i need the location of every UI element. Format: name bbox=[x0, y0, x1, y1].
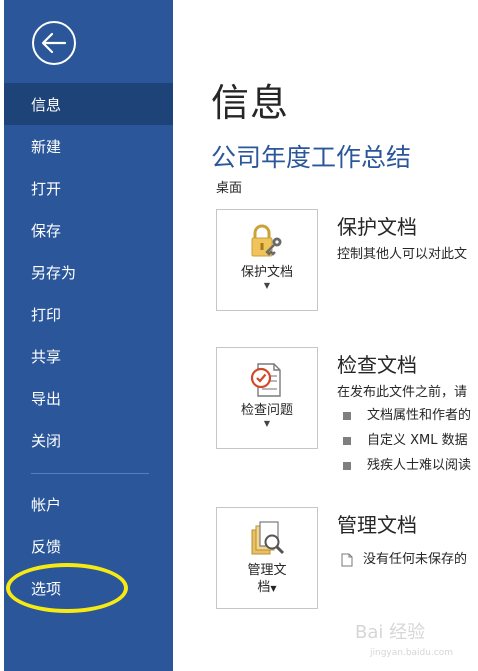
document-location[interactable]: 桌面 bbox=[216, 177, 242, 196]
nav-item-share[interactable]: 共享 bbox=[4, 335, 173, 377]
nav-item-label: 导出 bbox=[31, 389, 62, 408]
watermark-url: jingyan.baidu.com bbox=[370, 648, 454, 658]
back-button[interactable] bbox=[32, 21, 76, 65]
nav-item-label: 保存 bbox=[31, 221, 62, 240]
nav-item-label: 关闭 bbox=[31, 431, 62, 450]
sidebar-divider bbox=[31, 473, 149, 474]
check-for-issues-button[interactable]: 检查问题 ▼ bbox=[216, 347, 318, 449]
nav-item-label: 共享 bbox=[31, 347, 62, 366]
nav-item-label: 反馈 bbox=[31, 537, 62, 556]
unsaved-versions-text: 没有任何未保存的 bbox=[363, 552, 468, 567]
check-for-issues-label: 检查问题 bbox=[240, 403, 293, 418]
dropdown-caret-icon: ▼ bbox=[263, 419, 271, 428]
inspect-bullet: 自定义 XML 数据 bbox=[343, 429, 468, 448]
inspect-bullet: 文档属性和作者的 bbox=[343, 404, 471, 423]
inspect-document-icon bbox=[250, 363, 281, 397]
nav-item-label: 帐户 bbox=[31, 495, 62, 514]
nav-item-save[interactable]: 保存 bbox=[4, 209, 173, 251]
document-title: 公司年度工作总结 bbox=[211, 143, 412, 172]
inspect-heading: 检查文档 bbox=[337, 353, 417, 377]
nav-item-close[interactable]: 关闭 bbox=[4, 419, 173, 461]
inspect-description: 在发布此文件之前，请 bbox=[337, 385, 468, 400]
bullet-square-icon bbox=[343, 411, 351, 420]
protect-description: 控制其他人可以对此文 bbox=[337, 247, 468, 262]
nav-item-save-as[interactable]: 另存为 bbox=[4, 251, 173, 293]
protect-document-label: 保护文档 bbox=[240, 265, 293, 280]
inspect-bullet: 残疾人士难以阅读 bbox=[343, 454, 471, 473]
inspect-bullet-text: 文档属性和作者的 bbox=[367, 408, 472, 423]
nav-item-account[interactable]: 帐户 bbox=[4, 483, 173, 525]
bullet-square-icon bbox=[343, 461, 351, 470]
lock-key-icon bbox=[251, 224, 282, 257]
nav-item-label: 打开 bbox=[31, 179, 62, 198]
page-title: 信息 bbox=[211, 81, 290, 125]
nav-item-info[interactable]: 信息 bbox=[4, 83, 173, 125]
manage-document-label: 管理文档▼ bbox=[247, 562, 286, 597]
nav-item-open[interactable]: 打开 bbox=[4, 167, 173, 209]
inspect-bullet-text: 残疾人士难以阅读 bbox=[367, 458, 472, 473]
dropdown-caret-icon: ▼ bbox=[270, 584, 277, 593]
protect-heading: 保护文档 bbox=[337, 215, 417, 239]
bullet-square-icon bbox=[343, 436, 351, 445]
nav-item-label: 另存为 bbox=[31, 263, 77, 282]
inspect-bullet-text: 自定义 XML 数据 bbox=[367, 433, 468, 448]
manage-label-line1: 管理文 bbox=[247, 563, 287, 578]
nav-item-export[interactable]: 导出 bbox=[4, 377, 173, 419]
watermark-logo: Bai 经验 bbox=[355, 622, 426, 643]
manage-document-icon bbox=[251, 521, 285, 555]
nav-item-print[interactable]: 打印 bbox=[4, 293, 173, 335]
dropdown-caret-icon: ▼ bbox=[263, 281, 271, 290]
manage-heading: 管理文档 bbox=[337, 513, 417, 537]
info-panel: 信息 公司年度工作总结 桌面 保护文档 ▼ 保护文档 控制其他人可以对此文 检查… bbox=[173, 0, 478, 671]
manage-document-button[interactable]: 管理文档▼ bbox=[216, 507, 318, 609]
nav-item-new[interactable]: 新建 bbox=[4, 125, 173, 167]
nav-item-label: 信息 bbox=[31, 95, 62, 114]
back-arrow-icon bbox=[41, 32, 67, 54]
nav-item-label: 打印 bbox=[31, 305, 62, 324]
protect-document-button[interactable]: 保护文档 ▼ bbox=[216, 209, 318, 311]
document-icon bbox=[341, 553, 353, 566]
options-highlight-annotation bbox=[6, 563, 128, 613]
unsaved-versions-line: 没有任何未保存的 bbox=[341, 548, 467, 567]
nav-item-label: 新建 bbox=[31, 137, 62, 156]
manage-label-line2: 档 bbox=[257, 580, 271, 595]
nav-item-feedback[interactable]: 反馈 bbox=[4, 525, 173, 567]
